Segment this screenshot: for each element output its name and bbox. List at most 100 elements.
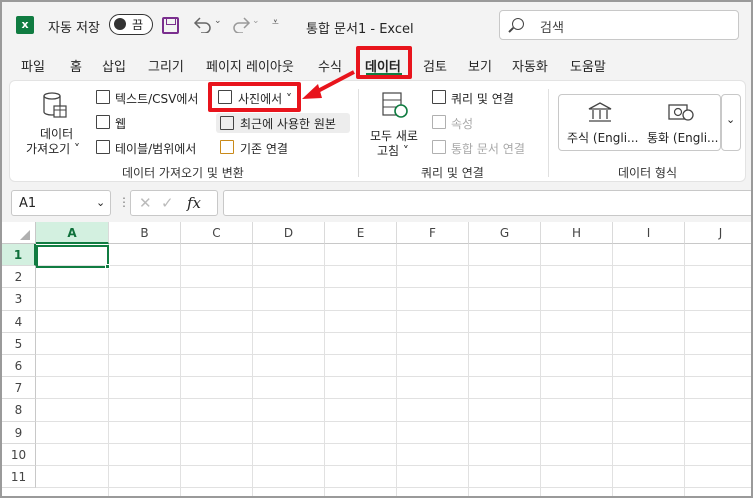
queries-icon <box>432 90 446 104</box>
gridline-horizontal <box>36 487 751 489</box>
currencies-label: 통화 (Engli... <box>647 131 719 145</box>
gallery-more-button[interactable]: ⌄ <box>721 94 741 151</box>
recent-sources-button[interactable]: 최근에 사용한 원본 <box>216 113 350 133</box>
column-header-h[interactable]: H <box>541 222 613 244</box>
name-box[interactable]: A1 ⌄ <box>11 190 111 216</box>
tab-automate[interactable]: 자동화 <box>512 56 548 75</box>
from-table-range-label: 테이블/범위에서 <box>115 142 197 156</box>
tab-formulas[interactable]: 수식 <box>318 56 342 75</box>
search-input[interactable]: 검색 <box>499 10 739 40</box>
gridline-horizontal <box>36 331 751 333</box>
ribbon-separator <box>358 89 359 177</box>
save-icon[interactable] <box>162 17 179 34</box>
excel-window: x 자동 저장 끔 ⌄ ⌄ ⩡ 통합 문서1 - Excel 검색 파일 홈 삽… <box>0 0 753 498</box>
gridline-vertical <box>612 244 613 496</box>
formula-bar: A1 ⌄ ⋮ ✕ ✓ fx <box>2 186 751 222</box>
column-header-i[interactable]: I <box>613 222 685 244</box>
fill-handle[interactable] <box>105 264 110 269</box>
properties-button[interactable]: 속성 <box>430 113 490 133</box>
column-header-e[interactable]: E <box>325 222 397 244</box>
insert-function-icon[interactable]: fx <box>187 194 201 212</box>
refresh-all-button[interactable]: 모두 새로 고침 ˅ <box>365 87 425 158</box>
column-header-f[interactable]: F <box>397 222 469 244</box>
search-placeholder: 검색 <box>540 21 564 36</box>
column-header-b[interactable]: B <box>109 222 181 244</box>
chevron-down-icon[interactable]: ⌄ <box>96 196 105 209</box>
row-header-1[interactable]: 1 <box>2 244 36 267</box>
redo-icon[interactable] <box>230 15 252 33</box>
column-header-c[interactable]: C <box>181 222 253 244</box>
tab-review[interactable]: 검토 <box>423 56 447 75</box>
refresh-all-label-2: 고침 ˅ <box>377 144 409 158</box>
document-title: 통합 문서1 - Excel <box>306 22 414 37</box>
gridline-horizontal <box>36 354 751 355</box>
tab-home[interactable]: 홈 <box>70 56 82 75</box>
edit-links-button[interactable]: 통합 문서 연결 <box>430 138 540 158</box>
tab-insert[interactable]: 삽입 <box>102 56 126 75</box>
row-header-6[interactable]: 6 <box>2 355 36 378</box>
from-table-range-button[interactable]: 테이블/범위에서 <box>94 138 206 158</box>
title-bar: x 자동 저장 끔 ⌄ ⌄ ⩡ 통합 문서1 - Excel 검색 <box>2 2 751 48</box>
worksheet-grid[interactable]: ABCDEFGHIJ 1 2 3 4 5 6 7 8 9 10 11 <box>2 222 751 496</box>
stocks-button[interactable]: 주식 (Engli... <box>563 99 639 147</box>
toggle-knob <box>114 18 126 30</box>
existing-connections-icon <box>220 140 234 154</box>
row-header-4[interactable]: 4 <box>2 310 36 333</box>
active-cell-a1[interactable] <box>36 245 109 268</box>
from-text-csv-button[interactable]: 텍스트/CSV에서 <box>94 88 206 108</box>
tab-file[interactable]: 파일 <box>21 56 45 75</box>
gridline-horizontal <box>36 309 751 311</box>
autosave-toggle[interactable]: 끔 <box>109 14 153 35</box>
get-data-button[interactable]: 데이터 가져오기 ˅ <box>22 87 82 156</box>
existing-connections-label: 기존 연결 <box>240 142 288 156</box>
tab-page-layout[interactable]: 페이지 레이아웃 <box>206 56 294 75</box>
select-all-icon <box>20 230 30 240</box>
row-header-3[interactable]: 3 <box>2 288 36 311</box>
customize-toolbar-icon[interactable]: ⩡ <box>272 15 279 30</box>
group-get-transform-label: 데이터 가져오기 및 변환 <box>122 166 244 180</box>
undo-dropdown-icon[interactable]: ⌄ <box>214 16 222 26</box>
edit-links-icon <box>432 140 446 154</box>
from-web-button[interactable]: 웹 <box>94 113 144 133</box>
from-text-csv-label: 텍스트/CSV에서 <box>115 92 199 106</box>
undo-icon[interactable] <box>192 15 214 33</box>
formula-input[interactable] <box>223 190 751 216</box>
refresh-all-icon <box>382 92 408 118</box>
row-header-9[interactable]: 9 <box>2 421 36 444</box>
group-data-types-label: 데이터 형식 <box>618 166 678 180</box>
row-header-11[interactable]: 11 <box>2 466 36 489</box>
enter-icon[interactable]: ✓ <box>161 194 174 212</box>
cancel-icon[interactable]: ✕ <box>139 194 152 212</box>
column-header-d[interactable]: D <box>253 222 325 244</box>
tab-highlight-box <box>356 46 412 79</box>
text-file-icon <box>96 90 110 104</box>
column-header-j[interactable]: J <box>685 222 751 244</box>
currencies-button[interactable]: 통화 (Engli... <box>643 99 719 147</box>
gridline-vertical <box>684 244 685 496</box>
gridline-vertical <box>396 244 397 496</box>
row-header-10[interactable]: 10 <box>2 443 36 466</box>
autosave-state: 끔 <box>132 18 144 32</box>
edit-links-label: 통합 문서 연결 <box>451 142 525 156</box>
column-header-g[interactable]: G <box>469 222 541 244</box>
more-options-icon[interactable]: ⋮ <box>118 195 130 209</box>
currencies-icon <box>668 104 694 121</box>
row-header-8[interactable]: 8 <box>2 399 36 422</box>
existing-connections-button[interactable]: 기존 연결 <box>216 138 306 158</box>
select-all-button[interactable] <box>2 222 36 244</box>
data-types-gallery: 주식 (Engli... 통화 (Engli... <box>558 94 721 151</box>
column-header-a[interactable]: A <box>36 222 109 244</box>
autosave-label: 자동 저장 <box>48 21 100 36</box>
redo-dropdown-icon[interactable]: ⌄ <box>252 16 260 26</box>
gridline-horizontal <box>36 398 751 400</box>
tab-help[interactable]: 도움말 <box>570 56 606 75</box>
stocks-label: 주식 (Engli... <box>567 131 639 145</box>
properties-icon <box>432 115 446 129</box>
tab-draw[interactable]: 그리기 <box>148 56 184 75</box>
row-header-7[interactable]: 7 <box>2 377 36 400</box>
queries-connections-button[interactable]: 쿼리 및 연결 <box>430 88 530 108</box>
row-header-5[interactable]: 5 <box>2 332 36 355</box>
excel-logo-icon: x <box>16 16 34 34</box>
row-header-2[interactable]: 2 <box>2 266 36 289</box>
tab-view[interactable]: 보기 <box>468 56 492 75</box>
